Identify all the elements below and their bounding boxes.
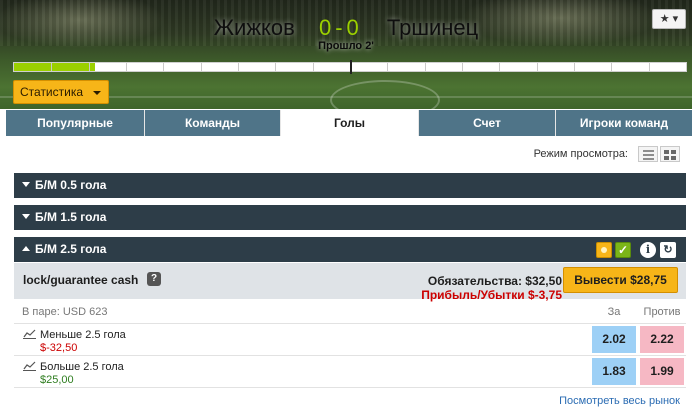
timeline-tick	[201, 63, 202, 71]
checkmark-icon: ✓	[617, 243, 629, 257]
score-row: Жижков 0-0 Тршинец	[0, 14, 692, 41]
tab-teams[interactable]: Команды	[145, 110, 281, 136]
grid-view-button[interactable]	[660, 146, 680, 162]
scoreboard-header: Жижков 0-0 Тршинец Прошло 2' ★ ▾ Статист…	[0, 0, 692, 109]
lay-odds-button[interactable]: 2.22	[640, 326, 684, 353]
collapse-icon	[22, 246, 30, 252]
refresh-button[interactable]: ↻	[660, 242, 676, 258]
market-header-over-under-0-5[interactable]: Б/М 0.5 гола	[14, 173, 686, 198]
pitch-marking	[330, 80, 440, 109]
help-icon[interactable]: ?	[147, 272, 161, 286]
selection-row-over: Больше 2.5 гола $25,00 1.83 1.99	[14, 356, 686, 388]
view-mode-row: Режим просмотра:	[0, 146, 686, 162]
favourite-button[interactable]: ★ ▾	[652, 9, 686, 29]
timeline-tick	[462, 63, 463, 71]
timeline-tick	[126, 63, 127, 71]
tab-popular[interactable]: Популярные	[6, 110, 145, 136]
expand-icon	[22, 214, 30, 220]
lay-column-header: Против	[643, 306, 681, 318]
cashout-title: lock/guarantee cash	[23, 273, 139, 287]
info-button[interactable]: i	[640, 242, 656, 258]
tab-label: Игроки команд	[579, 116, 669, 130]
matched-amount: В паре: USD 623	[22, 306, 108, 318]
lay-odds-button[interactable]: 1.99	[640, 358, 684, 385]
match-score: 0-0	[318, 15, 363, 41]
timeline-tick	[499, 63, 500, 71]
timeline-tick	[163, 63, 164, 71]
timeline-tick	[238, 63, 239, 71]
selection-pnl: $-32,50	[40, 342, 78, 354]
statistics-dropdown-button[interactable]: Статистика	[13, 80, 109, 104]
chevron-down-icon	[93, 91, 101, 95]
elapsed-time: Прошло 2'	[318, 40, 374, 52]
cashout-status-button[interactable]	[596, 242, 612, 258]
liability-text: Обязательства: $32,50	[427, 274, 562, 288]
selection-row-under: Меньше 2.5 гола $-32,50 2.02 2.22	[14, 324, 686, 356]
matched-header-row: В паре: USD 623 За Против	[14, 302, 686, 324]
cashout-dot-icon	[601, 247, 607, 253]
match-timeline	[13, 60, 687, 74]
info-icon: i	[645, 243, 651, 256]
statistics-label: Статистика	[20, 85, 84, 99]
market-header-over-under-2-5[interactable]: Б/М 2.5 гола ✓ i ↻	[14, 237, 686, 262]
tab-goals[interactable]: Голы	[281, 110, 419, 136]
back-column-header: За	[607, 306, 621, 318]
away-team-name: Тршинец	[386, 15, 479, 41]
tab-team-players[interactable]: Игроки команд	[556, 110, 692, 136]
market-header-over-under-1-5[interactable]: Б/М 1.5 гола	[14, 205, 686, 230]
expand-icon	[22, 182, 30, 188]
market-name: Б/М 1.5 гола	[35, 210, 107, 224]
list-view-button[interactable]	[638, 146, 658, 162]
back-odds-button[interactable]: 1.83	[592, 358, 636, 385]
chart-icon[interactable]	[23, 329, 36, 339]
market-name: Б/М 0.5 гола	[35, 178, 107, 192]
selection-name: Больше 2.5 гола	[40, 361, 124, 373]
timeline-tick	[611, 63, 612, 71]
timeline-tick	[51, 63, 52, 71]
selection-name: Меньше 2.5 гола	[40, 329, 126, 341]
market-tabs: Популярные Команды Голы Счет Игроки кома…	[6, 110, 692, 136]
tab-label: Популярные	[37, 116, 113, 130]
tab-label: Голы	[333, 116, 366, 130]
tab-label: Команды	[184, 116, 240, 130]
profit-loss-text: Прибыль/Убытки $-3,75	[421, 288, 562, 302]
timeline-tick	[649, 63, 650, 71]
timeline-tick	[89, 63, 90, 71]
timeline-progress	[14, 63, 95, 71]
selection-pnl: $25,00	[40, 374, 74, 386]
star-icon: ★ ▾	[659, 13, 679, 25]
view-full-market-link[interactable]: Посмотреть весь рынок	[559, 395, 680, 407]
checkmark-button[interactable]: ✓	[615, 242, 631, 258]
timeline-tick	[537, 63, 538, 71]
chart-icon[interactable]	[23, 361, 36, 371]
tab-score[interactable]: Счет	[419, 110, 556, 136]
tab-label: Счет	[473, 116, 501, 130]
half-time-marker	[350, 60, 352, 74]
market-name: Б/М 2.5 гола	[35, 242, 107, 256]
timeline-tick	[313, 63, 314, 71]
cash-out-button[interactable]: Вывести $28,75	[563, 267, 678, 293]
timeline-tick	[275, 63, 276, 71]
timeline-tick	[387, 63, 388, 71]
timeline-tick	[574, 63, 575, 71]
refresh-icon: ↻	[663, 244, 673, 256]
home-team-name: Жижков	[213, 15, 295, 41]
cashout-panel: lock/guarantee cash ? Обязательства: $32…	[14, 263, 686, 302]
back-odds-button[interactable]: 2.02	[592, 326, 636, 353]
timeline-tick	[425, 63, 426, 71]
view-mode-label: Режим просмотра:	[533, 148, 628, 160]
